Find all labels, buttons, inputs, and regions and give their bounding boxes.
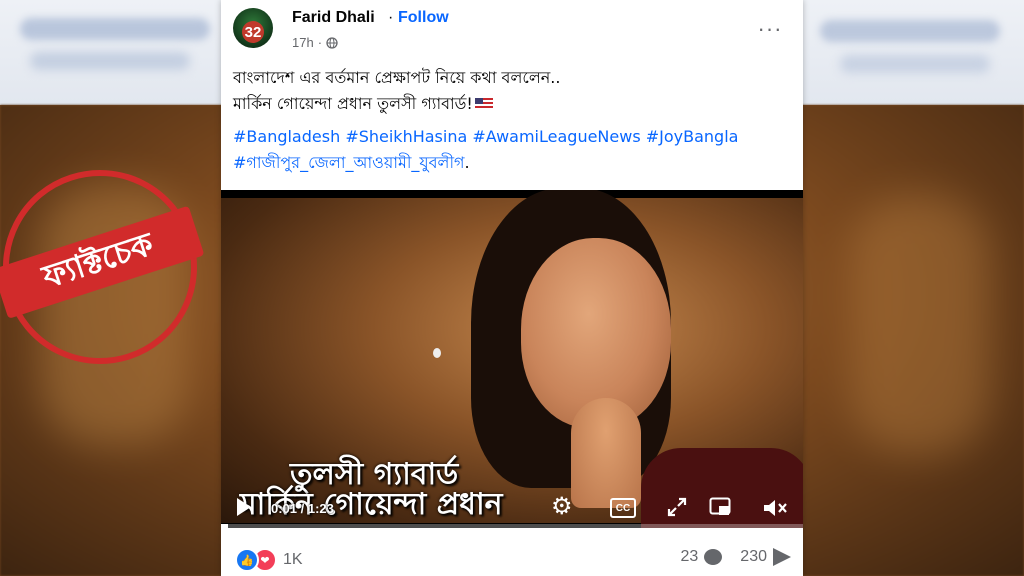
follow-button[interactable]: Follow	[398, 9, 449, 27]
video-figure-hands	[571, 398, 641, 508]
post-header: 32 Farid Dhali · Follow 17h · ···	[221, 0, 803, 60]
share-count[interactable]: 230	[740, 548, 767, 566]
post-text: বাংলাদেশ এর বর্তমান প্রেক্ষাপট নিয়ে কথা…	[233, 65, 793, 117]
reaction-count: 1K	[283, 551, 303, 568]
hashtag-link[interactable]: #গাজীপুর_জেলা_আওয়ামী_যুবলীগ	[233, 153, 465, 172]
video-progress-bar[interactable]	[221, 524, 803, 528]
separator-dot-small: ·	[317, 35, 323, 50]
author-name[interactable]: Farid Dhali	[292, 9, 375, 27]
play-icon[interactable]	[237, 498, 251, 516]
post-time[interactable]: 17h	[292, 35, 314, 50]
post-text-line2: মার্কিন গোয়েন্দা প্রধান তুলসী গ্যাবার্ড…	[233, 94, 473, 113]
video-controls: 0:01 / 1:23 ⚙ CC	[221, 494, 803, 524]
hashtag-trailing: .	[464, 153, 470, 172]
reactions-summary[interactable]: 👍 ❤ 1K	[235, 548, 303, 572]
captions-icon[interactable]: CC	[610, 498, 636, 518]
post-meta: 17h ·	[292, 35, 338, 50]
video-progress-fill	[221, 524, 228, 528]
video-time: 0:01 / 1:23	[271, 501, 334, 516]
settings-icon[interactable]: ⚙	[551, 494, 573, 520]
more-icon[interactable]: ···	[755, 14, 785, 44]
mute-icon[interactable]	[762, 497, 788, 519]
share-icon[interactable]	[773, 548, 791, 566]
comment-count[interactable]: 23	[681, 548, 699, 566]
separator-dot: ·	[388, 9, 394, 26]
like-icon: 👍	[235, 548, 259, 572]
post-text-line1: বাংলাদেশ এর বর্তমান প্রেক্ষাপট নিয়ে কথা…	[233, 68, 561, 87]
pip-icon[interactable]	[709, 497, 731, 517]
video-figure-earring	[433, 348, 441, 358]
hashtag-link[interactable]: #AwamiLeagueNews	[472, 127, 640, 146]
avatar[interactable]: 32	[233, 8, 273, 48]
avatar-badge: 32	[242, 21, 264, 43]
globe-icon	[326, 36, 338, 49]
comment-icon[interactable]	[704, 549, 723, 565]
post-stats: 23 230	[681, 548, 791, 566]
post-text-line2-wrap: মার্কিন গোয়েন্দা প্রধান তুলসী গ্যাবার্ড…	[233, 91, 793, 117]
hashtag-link[interactable]: #SheikhHasina	[345, 127, 467, 146]
hashtag-link[interactable]: #Bangladesh	[233, 127, 340, 146]
hashtags: #Bangladesh #SheikhHasina #AwamiLeagueNe…	[233, 124, 793, 176]
hashtag-link[interactable]: #JoyBangla	[646, 127, 739, 146]
us-flag-icon	[474, 98, 493, 110]
post-footer: 👍 ❤ 1K 23 230	[221, 528, 803, 576]
expand-icon[interactable]	[666, 496, 688, 518]
